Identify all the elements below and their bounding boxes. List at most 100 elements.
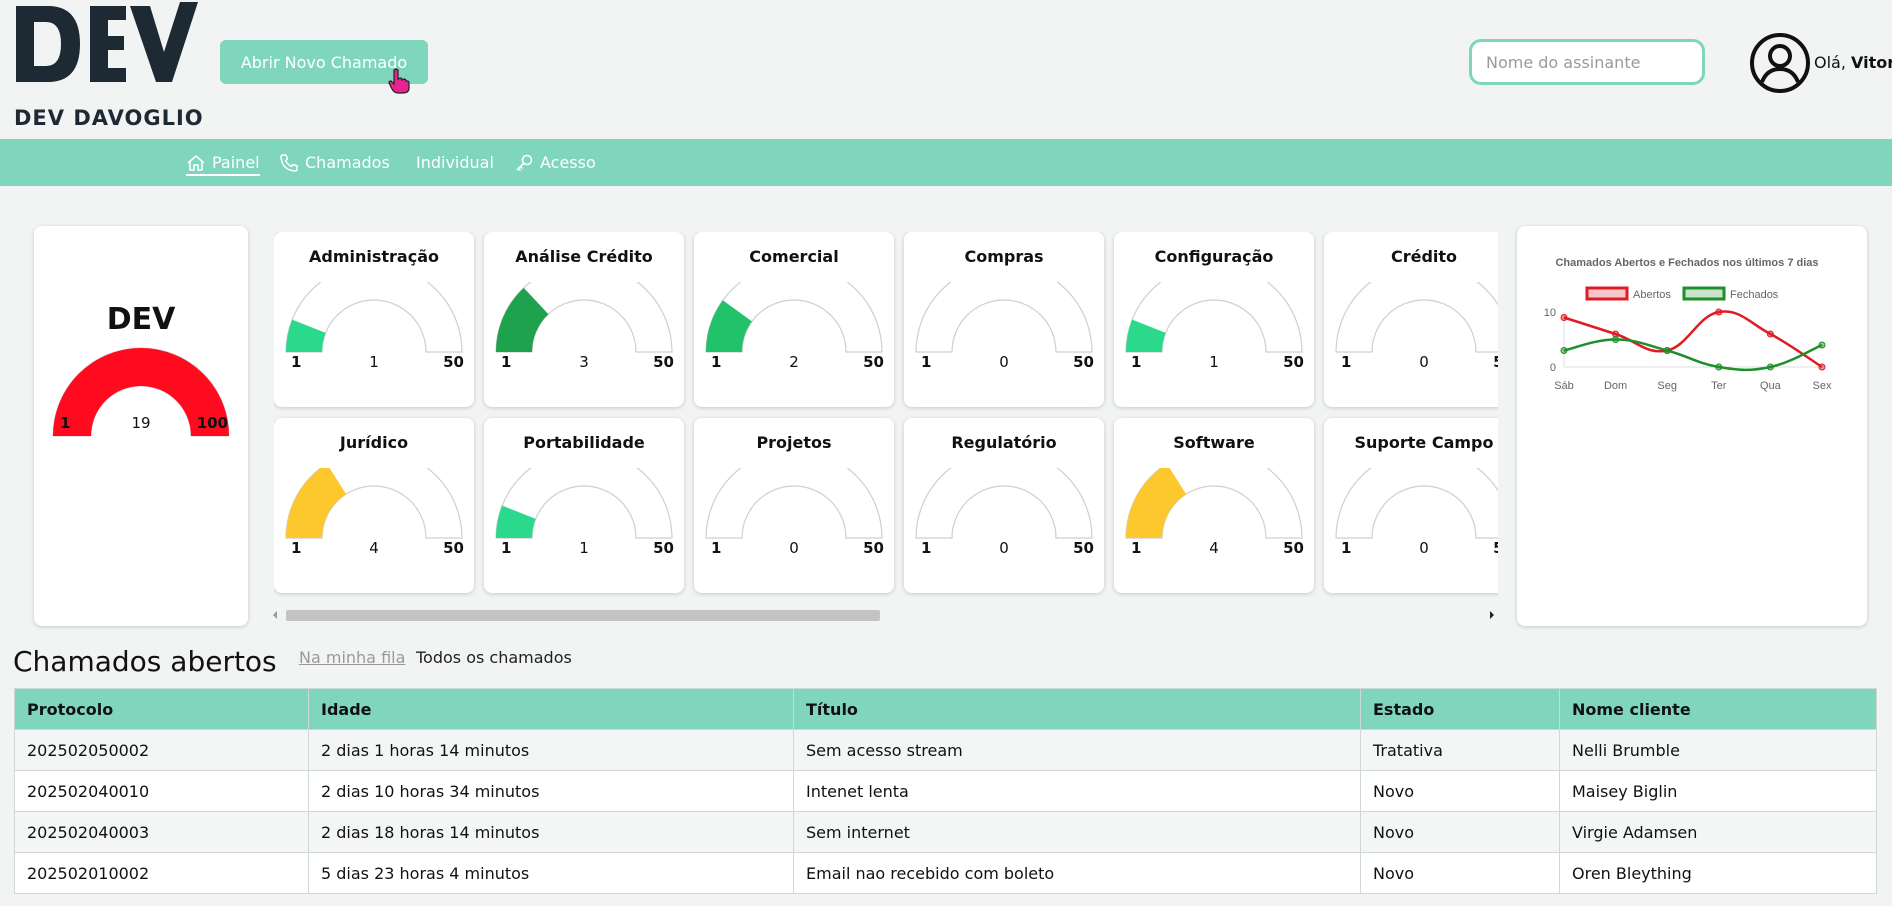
data-point bbox=[1715, 308, 1723, 316]
department-gauge-card[interactable]: Compras 1 0 50 bbox=[904, 232, 1104, 407]
department-gauge bbox=[915, 468, 1093, 539]
table-cell: 202502010002 bbox=[14, 852, 309, 894]
table-row[interactable]: 202502040003 2 dias 18 horas 14 minutos Se… bbox=[14, 811, 1877, 853]
gauge-track bbox=[1335, 468, 1498, 539]
y-tick-label: 0 bbox=[1550, 362, 1556, 374]
table-cell: Virgie Adamsen bbox=[1559, 811, 1877, 853]
nav-label: Chamados bbox=[305, 153, 390, 172]
table-cell: Intenet lenta bbox=[793, 770, 1361, 812]
summary-gauge-title: DEV bbox=[106, 302, 176, 337]
gauge-max-label: 50 bbox=[653, 353, 674, 371]
gauge-max-label: 50 bbox=[1493, 539, 1498, 557]
legend-swatch bbox=[1585, 286, 1629, 301]
data-point bbox=[1766, 330, 1774, 338]
department-name: Jurídico bbox=[339, 433, 409, 452]
main-navbar: Painel Chamados Individual Acesso bbox=[0, 139, 1892, 186]
brand-name: DEV DAVOGLIO bbox=[14, 106, 204, 130]
table-row[interactable]: 202502050002 2 dias 1 horas 14 minutos Sem… bbox=[14, 729, 1877, 771]
hand-cursor-icon bbox=[388, 68, 410, 94]
department-name: Compras bbox=[964, 247, 1044, 266]
series-line bbox=[1563, 338, 1823, 372]
key-icon bbox=[516, 154, 533, 171]
table-cell: Oren Bleything bbox=[1559, 852, 1877, 894]
gauge-max-label: 50 bbox=[1493, 353, 1498, 371]
column-header[interactable]: Estado bbox=[1360, 688, 1560, 730]
table-cell: Tratativa bbox=[1360, 729, 1560, 771]
column-header[interactable]: Título bbox=[793, 688, 1361, 730]
data-point bbox=[1818, 363, 1826, 371]
nav-label: Painel bbox=[212, 153, 260, 172]
department-gauge-card[interactable]: Administração 1 1 50 bbox=[274, 232, 474, 407]
department-gauge-card[interactable]: Crédito1050 bbox=[1324, 232, 1498, 407]
data-point bbox=[1766, 363, 1774, 371]
table-cell: Sem internet bbox=[793, 811, 1361, 853]
nav-item-painel[interactable]: Painel bbox=[186, 139, 260, 186]
table-cell: 2 dias 18 horas 14 minutos bbox=[308, 811, 794, 853]
gauge-max-label: 100 bbox=[196, 414, 228, 432]
weekly-tickets-line-chart: Chamados Abertos e Fechados nos últimos … bbox=[1544, 257, 1832, 392]
department-gauge bbox=[285, 468, 463, 539]
x-tick-label: Seg bbox=[1657, 380, 1677, 392]
department-gauge-card[interactable]: Configuração 1 1 50 bbox=[1114, 232, 1314, 407]
table-cell: 5 dias 23 horas 4 minutos bbox=[308, 852, 794, 894]
gauge-panel-scrollbar[interactable] bbox=[272, 607, 1498, 623]
department-gauge bbox=[495, 282, 673, 353]
subscriber-search-input[interactable] bbox=[1469, 39, 1705, 85]
table-cell: 202502040010 bbox=[14, 770, 309, 812]
table-cell: 202502040003 bbox=[14, 811, 309, 853]
legend-swatch bbox=[1682, 286, 1726, 301]
gauge-max-label: 50 bbox=[1283, 539, 1304, 557]
nav-item-individual[interactable]: Individual bbox=[416, 139, 494, 186]
department-gauge bbox=[1335, 468, 1498, 539]
scrollbar-thumb[interactable] bbox=[286, 610, 880, 621]
home-icon bbox=[187, 154, 205, 171]
tab-my-queue[interactable]: Na minha fila bbox=[299, 648, 405, 667]
table-row[interactable]: 202502010002 5 dias 23 horas 4 minutos Ema… bbox=[14, 852, 1877, 894]
table-cell: 2 dias 10 horas 34 minutos bbox=[308, 770, 794, 812]
department-gauge-panel[interactable]: Administração 1 1 50 Análise Crédito 1 3 50 Come… bbox=[274, 232, 1498, 600]
table-row[interactable]: 202502040010 2 dias 10 horas 34 minutos In… bbox=[14, 770, 1877, 812]
table-cell: Sem acesso stream bbox=[793, 729, 1361, 771]
department-gauge-card[interactable]: Projetos 1 0 50 bbox=[694, 418, 894, 593]
table-body: 202502050002 2 dias 1 horas 14 minutos Sem… bbox=[14, 729, 1877, 894]
nav-label: Individual bbox=[416, 153, 494, 172]
table-cell: Nelli Brumble bbox=[1559, 729, 1877, 771]
department-gauge-card[interactable]: Análise Crédito 1 3 50 bbox=[484, 232, 684, 407]
department-name: Análise Crédito bbox=[515, 247, 653, 266]
gauge-track bbox=[915, 468, 1093, 539]
gauge-max-label: 50 bbox=[1073, 539, 1094, 557]
department-gauge-card[interactable]: Portabilidade 1 1 50 bbox=[484, 418, 684, 593]
gauge-max-label: 50 bbox=[443, 539, 464, 557]
summary-gauge-card: DEV 1 19 100 bbox=[34, 226, 248, 626]
nav-label: Acesso bbox=[540, 153, 596, 172]
department-gauge bbox=[495, 468, 673, 539]
gauge-max-label: 50 bbox=[1073, 353, 1094, 371]
department-name: Comercial bbox=[749, 247, 839, 266]
department-gauge-card[interactable]: Software 1 4 50 bbox=[1114, 418, 1314, 593]
department-name: Regulatório bbox=[951, 433, 1057, 452]
department-gauge-card[interactable]: Suporte Campo1050 bbox=[1324, 418, 1498, 593]
department-gauge bbox=[705, 468, 883, 539]
tab-all-tickets[interactable]: Todos os chamados bbox=[416, 648, 572, 667]
phone-icon bbox=[280, 153, 298, 172]
nav-item-chamados[interactable]: Chamados bbox=[279, 139, 390, 186]
column-header[interactable]: Nome cliente bbox=[1559, 688, 1877, 730]
gauge-max-label: 50 bbox=[1283, 353, 1304, 371]
department-gauge-card[interactable]: Regulatório 1 0 50 bbox=[904, 418, 1104, 593]
x-tick-label: Dom bbox=[1604, 380, 1627, 392]
nav-item-acesso[interactable]: Acesso bbox=[514, 139, 596, 186]
x-tick-label: Ter bbox=[1711, 380, 1727, 392]
x-tick-label: Sáb bbox=[1554, 380, 1574, 392]
table-cell: 2 dias 1 horas 14 minutos bbox=[308, 729, 794, 771]
greeting-prefix: Olá, bbox=[1814, 53, 1852, 72]
department-gauge-card[interactable]: Jurídico 1 4 50 bbox=[274, 418, 474, 593]
data-point bbox=[1663, 347, 1671, 354]
column-header[interactable]: Idade bbox=[308, 688, 794, 730]
department-name: Software bbox=[1173, 433, 1255, 452]
column-header[interactable]: Protocolo bbox=[14, 688, 309, 730]
gauge-track bbox=[705, 468, 883, 539]
x-tick-label: Qua bbox=[1760, 380, 1782, 392]
open-tickets-title: Chamados abertos bbox=[13, 645, 277, 678]
user-avatar-icon[interactable] bbox=[1749, 32, 1811, 94]
department-gauge-card[interactable]: Comercial 1 2 50 bbox=[694, 232, 894, 407]
